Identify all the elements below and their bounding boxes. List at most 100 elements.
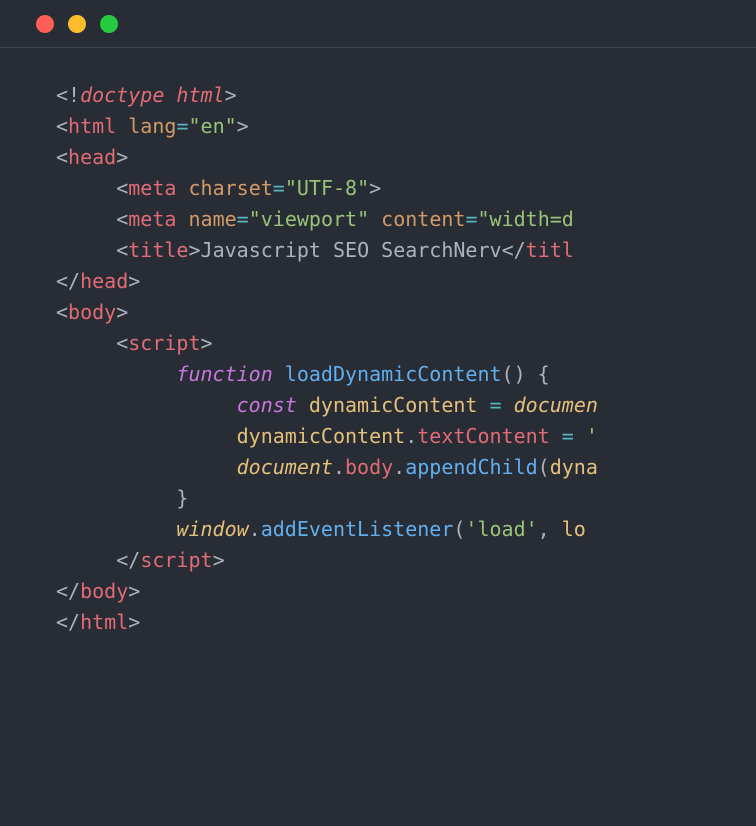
code-token: documen: [514, 393, 598, 417]
code-token: lo: [562, 517, 586, 541]
code-token: >: [237, 114, 249, 138]
editor-window: <!doctype html><html lang="en"><head> <m…: [0, 0, 756, 826]
close-icon[interactable]: [36, 15, 54, 33]
code-token: window: [176, 517, 248, 541]
code-token: [550, 424, 562, 448]
code-token: </: [56, 610, 80, 634]
code-token: <: [116, 207, 128, 231]
code-token: .: [405, 424, 417, 448]
code-token: head: [68, 145, 116, 169]
code-token: "width=d: [478, 207, 574, 231]
code-token: body: [68, 300, 116, 324]
code-line[interactable]: function loadDynamicContent() {: [56, 359, 756, 390]
code-token: [297, 393, 309, 417]
code-token: content: [381, 207, 465, 231]
code-line[interactable]: window.addEventListener('load', lo: [56, 514, 756, 545]
code-line[interactable]: <!doctype html>: [56, 80, 756, 111]
code-token: dyna: [550, 455, 598, 479]
code-token: lang: [128, 114, 176, 138]
code-token: dynamicContent: [309, 393, 478, 417]
code-token: body: [345, 455, 393, 479]
code-token: script: [140, 548, 212, 572]
code-token: "en": [188, 114, 236, 138]
code-line[interactable]: <html lang="en">: [56, 111, 756, 142]
code-token: </: [502, 238, 526, 262]
window-titlebar: [0, 0, 756, 48]
code-token: dynamicContent: [237, 424, 406, 448]
code-token: =: [237, 207, 249, 231]
code-line[interactable]: <head>: [56, 142, 756, 173]
code-token: "viewport": [249, 207, 369, 231]
code-token: html: [80, 610, 128, 634]
code-token: [176, 176, 188, 200]
code-token: >: [188, 238, 200, 262]
code-token: =: [465, 207, 477, 231]
code-token: const: [237, 393, 297, 417]
code-line[interactable]: <meta charset="UTF-8">: [56, 173, 756, 204]
code-token: >: [116, 300, 128, 324]
code-token: >: [128, 579, 140, 603]
code-token: doctype html: [80, 83, 225, 107]
code-token: <!: [56, 83, 80, 107]
code-token: >: [128, 269, 140, 293]
code-token: >: [213, 548, 225, 572]
code-token: ': [586, 424, 598, 448]
code-token: >: [369, 176, 381, 200]
code-token: charset: [188, 176, 272, 200]
code-token: textContent: [417, 424, 549, 448]
code-line[interactable]: </body>: [56, 576, 756, 607]
code-token: [369, 207, 381, 231]
code-token: .: [393, 455, 405, 479]
traffic-lights: [36, 15, 118, 33]
code-editor[interactable]: <!doctype html><html lang="en"><head> <m…: [0, 48, 756, 638]
code-token: addEventListener: [261, 517, 454, 541]
code-line[interactable]: <script>: [56, 328, 756, 359]
code-token: meta: [128, 176, 176, 200]
minimize-icon[interactable]: [68, 15, 86, 33]
code-token: script: [128, 331, 200, 355]
code-token: body: [80, 579, 128, 603]
code-token: "UTF-8": [285, 176, 369, 200]
code-line[interactable]: }: [56, 483, 756, 514]
code-token: <: [56, 145, 68, 169]
code-token: </: [116, 548, 140, 572]
code-token: titl: [526, 238, 574, 262]
code-token: <: [116, 238, 128, 262]
code-token: <: [56, 114, 68, 138]
code-line[interactable]: document.body.appendChild(dyna: [56, 452, 756, 483]
code-token: =: [490, 393, 502, 417]
code-token: 'load': [465, 517, 537, 541]
maximize-icon[interactable]: [100, 15, 118, 33]
code-line[interactable]: </html>: [56, 607, 756, 638]
code-line[interactable]: dynamicContent.textContent = ': [56, 421, 756, 452]
code-token: >: [116, 145, 128, 169]
code-token: html: [68, 114, 116, 138]
code-token: [116, 114, 128, 138]
code-token: >: [225, 83, 237, 107]
code-token: loadDynamicContent: [285, 362, 502, 386]
code-line[interactable]: <body>: [56, 297, 756, 328]
code-token: </: [56, 579, 80, 603]
code-token: [502, 393, 514, 417]
code-token: <: [56, 300, 68, 324]
code-line[interactable]: </head>: [56, 266, 756, 297]
code-line[interactable]: <meta name="viewport" content="width=d: [56, 204, 756, 235]
code-token: function: [176, 362, 272, 386]
code-token: appendChild: [405, 455, 537, 479]
code-token: ,: [538, 517, 562, 541]
code-token: (: [453, 517, 465, 541]
code-token: [273, 362, 285, 386]
code-token: }: [176, 486, 188, 510]
code-token: =: [176, 114, 188, 138]
code-line[interactable]: <title>Javascript SEO SearchNerv</titl: [56, 235, 756, 266]
code-line[interactable]: </script>: [56, 545, 756, 576]
code-token: meta: [128, 207, 176, 231]
code-token: document: [237, 455, 333, 479]
code-token: Javascript SEO SearchNerv: [201, 238, 502, 262]
code-line[interactable]: const dynamicContent = documen: [56, 390, 756, 421]
code-token: (: [538, 455, 550, 479]
code-token: head: [80, 269, 128, 293]
code-token: [176, 207, 188, 231]
code-token: .: [249, 517, 261, 541]
code-token: [574, 424, 586, 448]
